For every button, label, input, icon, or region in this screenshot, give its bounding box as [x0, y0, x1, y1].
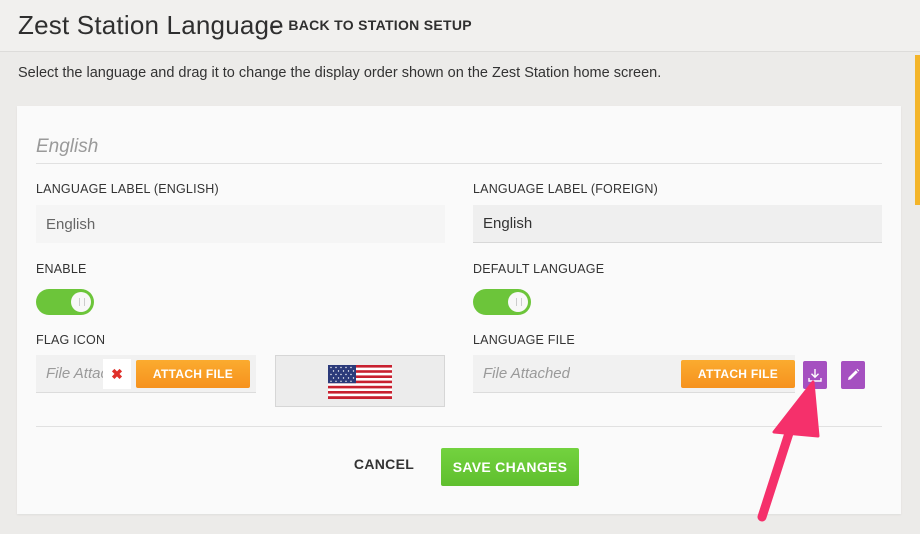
download-icon: [808, 369, 822, 382]
download-language-file-button[interactable]: [803, 361, 827, 389]
language-section-title: English: [36, 136, 99, 157]
language-card[interactable]: English LANGUAGE LABEL (ENGLISH) LANGUAG…: [17, 106, 901, 514]
enable-label: ENABLE: [36, 262, 87, 276]
language-label-english-label: LANGUAGE LABEL (ENGLISH): [36, 182, 219, 196]
edit-language-file-button[interactable]: [841, 361, 865, 389]
default-language-label: DEFAULT LANGUAGE: [473, 262, 605, 276]
toggle-knob: [71, 292, 91, 312]
pencil-icon: [848, 368, 860, 380]
page-header: Zest Station Language ← BACK TO STATION S…: [0, 0, 920, 52]
language-attach-file-button[interactable]: ATTACH FILE: [681, 360, 795, 388]
language-label-english-input[interactable]: [36, 205, 445, 243]
language-label-foreign-label: LANGUAGE LABEL (FOREIGN): [473, 182, 658, 196]
flag-file-placeholder: File Attached: [46, 365, 106, 382]
language-file-label: LANGUAGE FILE: [473, 333, 575, 347]
arrow-left-icon: ←: [267, 17, 283, 34]
save-changes-button[interactable]: SAVE CHANGES: [441, 448, 579, 486]
flag-icon-label: FLAG ICON: [36, 333, 106, 347]
toggle-knob: [508, 292, 528, 312]
page-title: Zest Station Language: [18, 10, 284, 40]
flag-preview: [275, 355, 445, 407]
us-flag-icon: [328, 365, 392, 399]
instructions-text: Select the language and drag it to chang…: [18, 65, 662, 81]
cancel-button[interactable]: CANCEL: [347, 456, 421, 478]
scrollbar[interactable]: [915, 55, 920, 205]
enable-toggle[interactable]: [36, 289, 94, 315]
default-language-toggle[interactable]: [473, 289, 531, 315]
clear-file-icon[interactable]: ✖: [103, 359, 131, 389]
flag-attach-file-button[interactable]: ATTACH FILE: [136, 360, 250, 388]
language-label-foreign-input[interactable]: [473, 205, 882, 243]
actions-divider: [36, 426, 882, 427]
back-to-station-setup-link[interactable]: ← BACK TO STATION SETUP: [267, 17, 472, 34]
back-link-label: BACK TO STATION SETUP: [288, 17, 472, 33]
language-file-placeholder: File Attached: [483, 365, 570, 382]
section-divider: [36, 163, 882, 164]
